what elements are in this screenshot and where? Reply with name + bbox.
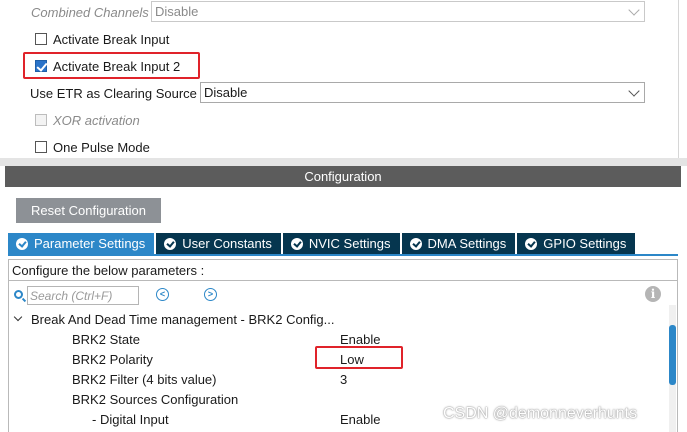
config-tabs: Parameter Settings User Constants NVIC S…: [8, 233, 678, 254]
configuration-body: Reset Configuration Parameter Settings U…: [5, 187, 681, 432]
tab-label: GPIO Settings: [543, 236, 627, 251]
reset-configuration-button[interactable]: Reset Configuration: [16, 198, 161, 223]
tab-label: User Constants: [182, 236, 272, 251]
search-input[interactable]: Search (Ctrl+F): [27, 286, 139, 305]
scrollbar-thumb[interactable]: [669, 325, 676, 385]
search-icon: [14, 290, 23, 299]
one-pulse-mode-row[interactable]: One Pulse Mode: [35, 137, 150, 157]
group-label: Break And Dead Time management - BRK2 Co…: [31, 311, 335, 327]
param-key: BRK2 Polarity: [72, 351, 153, 367]
tree-group-row[interactable]: Break And Dead Time management - BRK2 Co…: [9, 309, 649, 329]
param-row-brk2-filter[interactable]: BRK2 Filter (4 bits value) 3: [9, 369, 649, 389]
tab-user-constants[interactable]: User Constants: [156, 233, 281, 254]
param-key: BRK2 Filter (4 bits value): [72, 371, 217, 387]
check-circle-icon: [16, 237, 28, 250]
combined-channels-value: Disable: [155, 4, 199, 19]
one-pulse-mode-label: One Pulse Mode: [53, 139, 150, 155]
param-key: BRK2 State: [72, 331, 140, 347]
xor-activation-label: XOR activation: [53, 112, 140, 128]
combined-channels-row: Combined Channels: [31, 2, 149, 22]
chevron-down-icon: [628, 85, 640, 97]
vertical-scrollbar[interactable]: [669, 305, 676, 432]
panel-splitter[interactable]: [0, 158, 687, 166]
param-value[interactable]: Enable: [340, 412, 380, 427]
tab-nvic-settings[interactable]: NVIC Settings: [282, 233, 400, 254]
xor-activation-row: XOR activation: [35, 110, 140, 130]
configuration-header: Configuration: [5, 166, 681, 187]
highlight-box-break-input-2: [23, 52, 200, 79]
tab-gpio-settings[interactable]: GPIO Settings: [517, 233, 636, 254]
param-key: BRK2 Sources Configuration: [72, 391, 239, 407]
combined-channels-label: Combined Channels: [31, 4, 149, 20]
xor-activation-checkbox: [35, 114, 47, 126]
info-icon[interactable]: i: [645, 286, 661, 302]
check-circle-icon: [290, 237, 303, 250]
parameters-title: Configure the below parameters :: [9, 260, 677, 281]
mode-panel: Combined Channels Disable Activate Break…: [5, 0, 679, 158]
check-circle-icon: [409, 237, 422, 250]
watermark-text: CSDN @demonneverhunts: [443, 405, 638, 422]
chevron-down-icon[interactable]: [13, 312, 23, 322]
combined-channels-select[interactable]: Disable: [151, 1, 645, 22]
check-circle-icon: [164, 237, 177, 250]
configuration-title: Configuration: [304, 169, 382, 184]
use-etr-row: Use ETR as Clearing Source: [30, 83, 197, 103]
search-next-icon[interactable]: >: [204, 288, 217, 301]
search-previous-icon[interactable]: <: [156, 288, 169, 301]
tab-parameter-settings[interactable]: Parameter Settings: [8, 233, 155, 254]
param-value[interactable]: Enable: [340, 332, 380, 347]
tab-underline: [8, 254, 678, 256]
use-etr-label: Use ETR as Clearing Source: [30, 85, 197, 101]
activate-break-input-row[interactable]: Activate Break Input: [35, 29, 169, 49]
tab-label: DMA Settings: [427, 236, 507, 251]
check-circle-icon: [525, 237, 538, 250]
activate-break-input-label: Activate Break Input: [53, 31, 170, 47]
param-value[interactable]: 3: [340, 372, 347, 387]
tab-dma-settings[interactable]: DMA Settings: [401, 233, 516, 254]
tab-label: Parameter Settings: [34, 236, 146, 251]
activate-break-input-checkbox[interactable]: [35, 33, 47, 45]
one-pulse-mode-checkbox[interactable]: [35, 141, 47, 153]
tab-label: NVIC Settings: [308, 236, 391, 251]
param-key: - Digital Input: [92, 411, 169, 427]
use-etr-value: Disable: [204, 85, 248, 100]
highlight-box-brk2-polarity: [315, 346, 403, 369]
use-etr-select[interactable]: Disable: [200, 82, 645, 103]
chevron-down-icon: [628, 4, 640, 16]
